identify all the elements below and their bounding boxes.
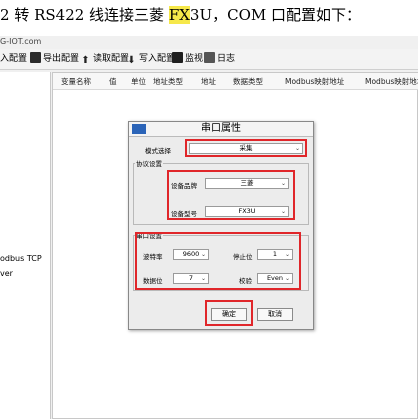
log-icon: [204, 52, 215, 63]
read-config-icon: ⬆: [81, 55, 90, 66]
tree-item-server[interactable]: ver: [0, 269, 13, 278]
write-config-icon: ⬇: [127, 55, 136, 66]
dialog-title-bar: 串口属性: [129, 122, 313, 137]
document-text-line: 2 转 RS422 线连接三菱 FX3U，COM 口配置如下：: [0, 2, 418, 28]
toolbar-label: 读取配置: [93, 54, 130, 64]
col-header-modbus-map: Modbus映射地址: [285, 77, 345, 86]
col-header-address: 地址: [201, 77, 216, 86]
monitor-button[interactable]: 监视: [172, 51, 203, 67]
col-header-data-type: 数据类型: [233, 77, 263, 86]
highlight-box-mode: [185, 139, 307, 157]
log-button[interactable]: 日志: [204, 51, 235, 67]
col-header-var-name: 变量名称: [61, 77, 91, 86]
table-header: 变量名称 值 单位 地址类型 地址 数据类型 Modbus映射地址 Modbus…: [53, 73, 418, 90]
doc-highlighted-text: FX: [168, 6, 190, 24]
col-header-address-type: 地址类型: [153, 77, 183, 86]
toolbar: 入配置 导出配置 ⬆ 读取配置 ⬇ 写入配置 监视 日志: [0, 49, 418, 70]
protocol-group-title: 协议设置: [135, 158, 163, 168]
highlight-box-ok: [205, 300, 253, 326]
col-header-modbus-map-2: Modbus映射地址: [365, 77, 418, 86]
doc-text-before: 2 转 RS422 线连接三菱: [0, 6, 169, 24]
dialog-title: 串口属性: [201, 123, 241, 134]
col-header-unit: 单位: [131, 77, 146, 86]
doc-text-after: 3U，COM 口配置如下：: [189, 6, 362, 24]
toolbar-label: 监视: [185, 54, 204, 64]
highlight-box-protocol: [167, 170, 295, 220]
import-config-button[interactable]: 入配置: [0, 51, 27, 67]
monitor-icon: [172, 52, 183, 63]
highlight-box-serial: [135, 232, 301, 290]
mode-label: 模式选择: [145, 147, 171, 155]
export-icon: [30, 52, 41, 63]
toolbar-label: 日志: [217, 54, 236, 64]
toolbar-label: 写入配置: [139, 54, 176, 64]
toolbar-label: 入配置: [0, 54, 28, 64]
export-config-button[interactable]: 导出配置: [30, 51, 79, 67]
cancel-button[interactable]: 取消: [257, 308, 293, 321]
toolbar-label: 导出配置: [43, 54, 80, 64]
read-config-button[interactable]: ⬆ 读取配置: [80, 51, 129, 67]
website-url: G-IOT.com: [0, 37, 42, 46]
col-header-value: 值: [109, 77, 117, 86]
tree-item-modbus-tcp[interactable]: odbus TCP: [0, 254, 42, 263]
write-config-button[interactable]: ⬇ 写入配置: [126, 51, 175, 67]
device-tree-panel: odbus TCP ver: [0, 72, 51, 419]
serial-port-dialog: 串口属性 模式选择 采集 ⌄ 协议设置 设备品牌 三菱 ⌄ 设备型号 FX3U …: [128, 121, 314, 330]
